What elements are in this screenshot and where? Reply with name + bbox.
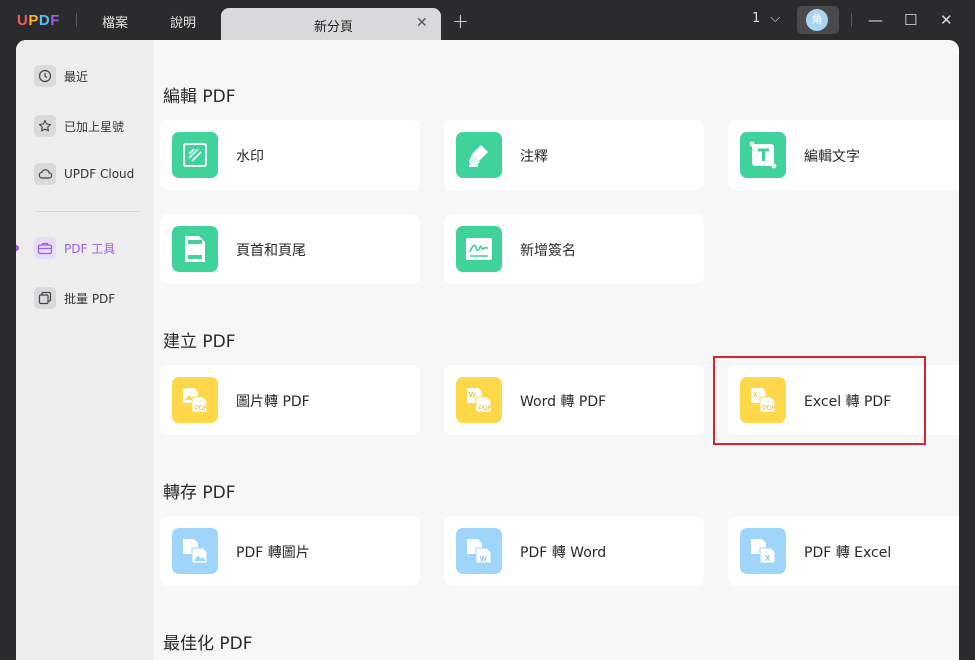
sidebar-item-cloud[interactable]: UPDF Cloud [34, 162, 134, 186]
sidebar-item-pdf-tools[interactable]: PDF 工具 [34, 236, 115, 260]
minimize-icon[interactable]: — [868, 11, 883, 29]
clock-icon [34, 65, 56, 87]
svg-text:PDF: PDF [479, 406, 491, 412]
batch-icon [34, 287, 56, 309]
word-to-pdf-icon: W PDF [456, 377, 502, 423]
sidebar-item-label: UPDF Cloud [64, 167, 135, 181]
menu-help[interactable]: 說明 [170, 12, 196, 31]
toolbox-icon [34, 237, 56, 259]
card-label: 編輯文字 [804, 149, 860, 165]
account-button[interactable]: 角 [797, 6, 839, 34]
card-label: PDF 轉 Word [520, 545, 607, 561]
active-indicator [16, 245, 19, 251]
sidebar-divider [36, 211, 140, 212]
maximize-icon[interactable]: ☐ [904, 11, 917, 29]
card-label: 新增簽名 [520, 243, 576, 259]
title-separator [76, 13, 77, 27]
new-tab-button[interactable]: + [452, 9, 469, 33]
sidebar-item-label: 已加上星號 [64, 119, 125, 134]
card-label: 頁首和頁尾 [236, 243, 306, 259]
tool-card-word-to-pdf[interactable]: W PDF Word 轉 PDF [444, 365, 704, 435]
tab-label: 新分頁 [314, 20, 354, 35]
window-count-dropdown[interactable]: 1 ⌵ [752, 11, 780, 26]
card-label: Word 轉 PDF [520, 394, 607, 410]
sidebar-item-label: PDF 工具 [64, 241, 116, 256]
tool-card-pdf-to-excel[interactable]: X PDF 轉 Excel [728, 516, 959, 586]
main-window: 最近 已加上星號 UPDF Cloud PDF 工具 批量 PDF 編輯 PDF… [16, 40, 959, 660]
card-label: PDF 轉圖片 [236, 545, 310, 561]
sidebar-item-batch-pdf[interactable]: 批量 PDF [34, 286, 115, 310]
pdf-to-excel-icon: X [740, 528, 786, 574]
close-window-icon[interactable]: ✕ [940, 11, 953, 29]
pdf-to-image-icon [172, 528, 218, 574]
svg-text:W: W [469, 392, 476, 399]
card-label: PDF 轉 Excel [804, 545, 892, 561]
watermark-icon [172, 132, 218, 178]
tool-card-edit-text[interactable]: 編輯文字 [728, 120, 959, 190]
card-label: 注釋 [520, 149, 548, 165]
pdf-to-word-icon: W [456, 528, 502, 574]
svg-text:W: W [480, 556, 487, 563]
menu-file[interactable]: 檔案 [102, 12, 128, 31]
title-separator-2 [851, 13, 852, 27]
updf-logo[interactable]: UPDF [17, 12, 60, 29]
edit-text-icon [740, 132, 786, 178]
image-to-pdf-icon: PDF [172, 377, 218, 423]
cloud-icon [34, 163, 56, 185]
sidebar: 最近 已加上星號 UPDF Cloud PDF 工具 批量 PDF [16, 40, 154, 660]
highlight-box [713, 356, 926, 445]
tool-card-pdf-to-word[interactable]: W PDF 轉 Word [444, 516, 704, 586]
tool-card-image-to-pdf[interactable]: PDF 圖片轉 PDF [160, 365, 420, 435]
tab-new-page[interactable]: 新分頁 ✕ [221, 8, 441, 42]
title-bar: UPDF 檔案 說明 新分頁 ✕ + 1 ⌵ 角 — ☐ ✕ [0, 0, 975, 42]
tool-card-header-footer[interactable]: 頁首和頁尾 [160, 214, 420, 284]
section-title-optimize: 最佳化 PDF [163, 634, 253, 654]
header-footer-icon [172, 226, 218, 272]
sidebar-item-label: 批量 PDF [64, 291, 116, 306]
tab-close-icon[interactable]: ✕ [416, 15, 428, 31]
tool-card-pdf-to-image[interactable]: PDF 轉圖片 [160, 516, 420, 586]
svg-text:PDF: PDF [195, 406, 207, 412]
window-count: 1 [752, 11, 761, 26]
star-icon [34, 115, 56, 137]
sidebar-item-label: 最近 [64, 69, 89, 84]
section-title-edit: 編輯 PDF [163, 87, 236, 107]
highlighter-icon [456, 132, 502, 178]
section-title-create: 建立 PDF [163, 332, 236, 352]
signature-icon [456, 226, 502, 272]
card-label: 水印 [236, 149, 264, 165]
section-title-export: 轉存 PDF [163, 483, 236, 503]
sidebar-item-starred[interactable]: 已加上星號 [34, 114, 124, 138]
tool-card-watermark[interactable]: 水印 [160, 120, 420, 190]
svg-text:X: X [765, 554, 771, 563]
avatar: 角 [806, 9, 828, 31]
sidebar-item-recent[interactable]: 最近 [34, 64, 88, 88]
chevron-down-icon: ⌵ [770, 11, 781, 26]
tool-card-annotate[interactable]: 注釋 [444, 120, 704, 190]
tool-card-signature[interactable]: 新增簽名 [444, 214, 704, 284]
card-label: 圖片轉 PDF [236, 394, 310, 410]
tools-panel: 編輯 PDF 水印 注釋 編輯文字 頁首和頁尾 新增簽名 建立 PDF PDF … [154, 40, 959, 660]
